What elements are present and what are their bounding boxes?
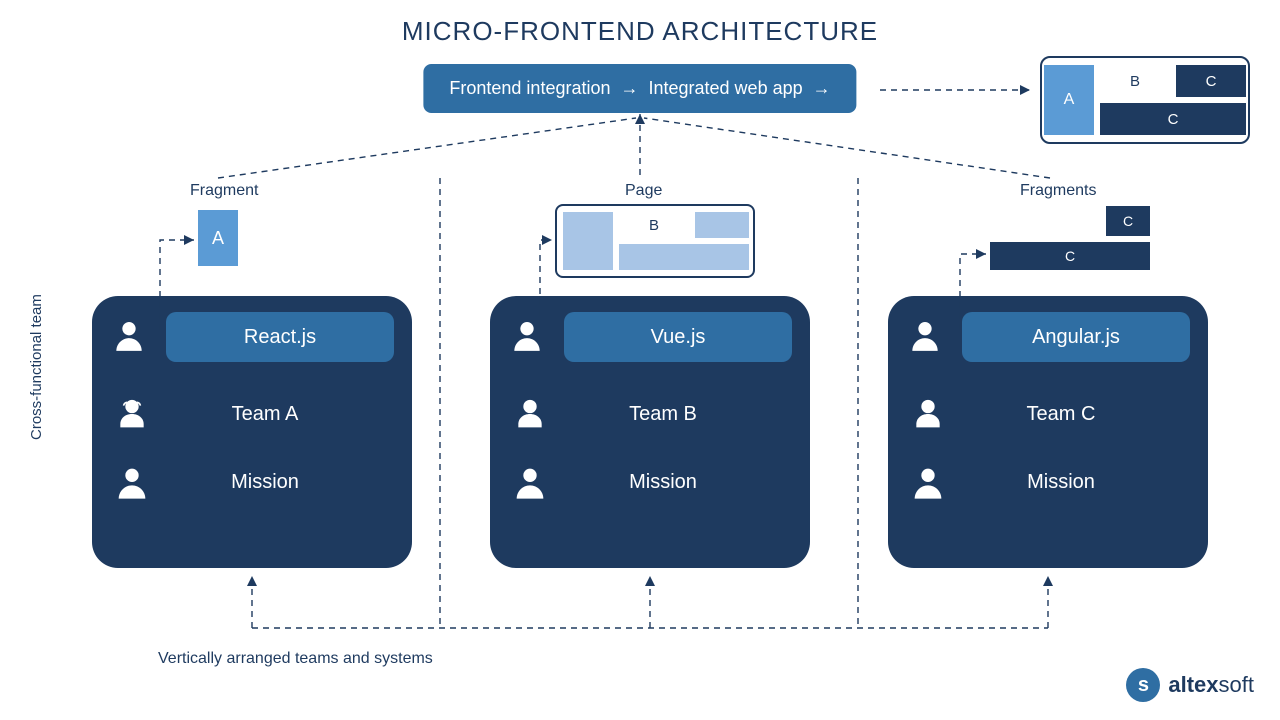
integration-box: Frontend integration → Integrated web ap… [423, 64, 856, 113]
mission-label: Mission [574, 471, 752, 494]
team-row: Team B [508, 380, 792, 448]
page-b-card: B [555, 204, 755, 278]
page-b-slot-topright [695, 212, 749, 238]
mission-label: Mission [176, 471, 354, 494]
mission-row: Mission [508, 448, 792, 516]
person-icon [906, 316, 946, 356]
side-axis-label: Cross-functional team [28, 294, 45, 440]
logo-text-bold: altex [1168, 672, 1218, 697]
logo-text-rest: soft [1219, 672, 1254, 697]
person-icon [508, 392, 552, 436]
diagram-title: MICRO-FRONTEND ARCHITECTURE [0, 0, 1280, 47]
team-row: Team A [110, 380, 394, 448]
mission-label: Mission [972, 471, 1150, 494]
team-name: Team A [176, 403, 354, 426]
column-label-page: Page [625, 182, 662, 200]
person-icon [508, 460, 552, 504]
tech-chip: React.js [166, 312, 394, 362]
preview-block-c-small: C [1176, 65, 1246, 97]
column-label-fragments: Fragments [1020, 182, 1096, 200]
team-row: Team C [906, 380, 1190, 448]
team-card-a: React.js Team A Mission [92, 296, 412, 568]
integration-text-1: Frontend integration [449, 78, 610, 99]
logo-mark-icon: ѕ [1126, 668, 1160, 702]
page-b-slot-left [563, 212, 613, 270]
person-icon [906, 460, 950, 504]
team-name: Team B [574, 403, 752, 426]
preview-block-a: A [1044, 65, 1094, 135]
fragment-c-small: C [1106, 206, 1150, 236]
person-icon [110, 460, 154, 504]
fragment-c-wide: C [990, 242, 1150, 270]
person-icon [110, 316, 150, 356]
column-label-fragment: Fragment [190, 182, 258, 200]
team-name: Team C [972, 403, 1150, 426]
bottom-axis-label: Vertically arranged teams and systems [158, 650, 433, 668]
tech-chip: Vue.js [564, 312, 792, 362]
integration-text-2: Integrated web app [648, 78, 802, 99]
page-b-slot-bottom [619, 244, 749, 270]
fragment-a-block: A [198, 210, 238, 266]
person-icon [906, 392, 950, 436]
integrated-app-preview: A B C C [1040, 56, 1250, 144]
arrow-icon: → [813, 78, 831, 99]
team-card-c: Angular.js Team C Mission [888, 296, 1208, 568]
person-icon [110, 392, 154, 436]
mission-row: Mission [906, 448, 1190, 516]
team-card-b: Vue.js Team B Mission [490, 296, 810, 568]
arrow-icon: → [620, 78, 638, 99]
tech-chip: Angular.js [962, 312, 1190, 362]
fragment-c-group: C C [990, 206, 1150, 270]
brand-logo: ѕ altexsoft [1126, 668, 1254, 702]
preview-block-c-wide: C [1100, 103, 1246, 135]
preview-block-b: B [1100, 65, 1170, 97]
page-b-label: B [619, 212, 689, 238]
mission-row: Mission [110, 448, 394, 516]
person-icon [508, 316, 548, 356]
